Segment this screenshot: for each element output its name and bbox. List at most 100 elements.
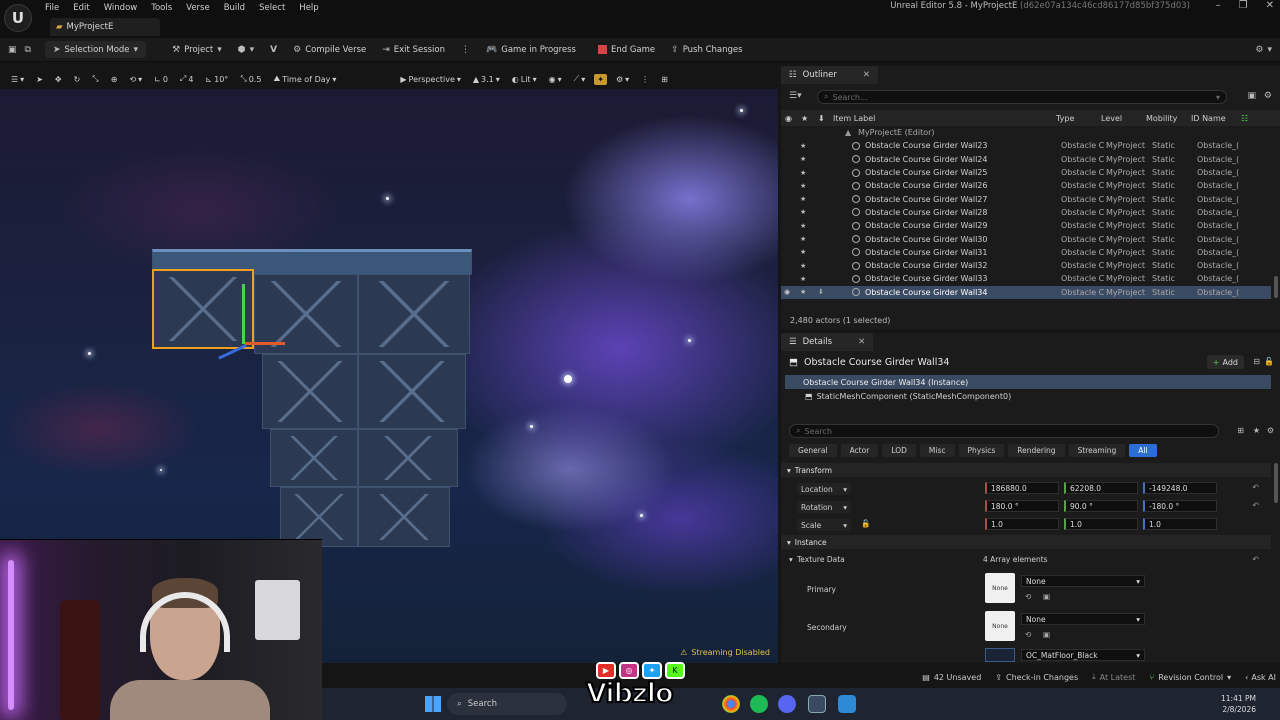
filter-rendering[interactable]: Rendering [1008, 444, 1065, 457]
outliner-row-selected[interactable]: ◉ ★ ⬇ Obstacle Course Girder Wall34 Obstacle… [781, 285, 1271, 299]
check-in-button[interactable]: ⇪ Check-in Changes [995, 673, 1078, 682]
component-instance-row[interactable]: Obstacle Course Girder Wall34 (Instance) [785, 375, 1271, 389]
camera-speed-dropdown[interactable]: ▲ 3.1 ▾ [470, 74, 503, 85]
secondary-texture-thumbnail[interactable]: None [985, 611, 1015, 641]
unreal-logo-icon[interactable]: U [4, 4, 32, 32]
outliner-row[interactable]: ★ Obstacle Course Girder Wall24 Obstacle C… [781, 153, 1271, 166]
add-folder-button[interactable]: ▣ [1247, 91, 1256, 101]
transform-section-header[interactable]: ▾ Transform [781, 463, 1271, 477]
world-space-button[interactable]: ⊕ [108, 74, 121, 85]
filter-dropdown[interactable]: ☰▾ [789, 91, 802, 101]
add-component-button[interactable]: + Add [1206, 355, 1244, 369]
visibility-column-icon[interactable]: ◉ [785, 114, 792, 123]
close-icon[interactable]: ✕ [1266, 0, 1274, 11]
scale-snap-button[interactable]: ⤡ 0.5 [237, 73, 264, 85]
tertiary-texture-dropdown[interactable]: OC_MatFloor_Black ▾ [1021, 649, 1145, 661]
rotate-tool-button[interactable]: ↻ [71, 74, 84, 85]
location-y-field[interactable]: 62208.0 [1064, 482, 1138, 494]
girder-wall[interactable] [280, 487, 358, 547]
favorite-column-icon[interactable]: ★ [801, 114, 808, 123]
menu-edit[interactable]: Edit [66, 2, 96, 16]
favorites-button[interactable]: ★ [1253, 426, 1260, 435]
revision-control-dropdown[interactable]: ⑂ Revision Control ▾ [1149, 673, 1231, 682]
col-id-name[interactable]: ID Name [1191, 114, 1226, 123]
favorite-icon[interactable]: ★ [800, 169, 806, 177]
outliner-root-row[interactable]: ▲ MyProjectE (Editor) [781, 126, 1271, 139]
perspective-dropdown[interactable]: ▶ Perspective ▾ [397, 74, 464, 85]
realtime-dropdown[interactable]: ⟋ ▾ [571, 73, 589, 85]
unreal-app-icon[interactable] [808, 695, 826, 713]
scale-z-field[interactable]: 1.0 [1143, 518, 1217, 530]
girder-wall[interactable] [358, 487, 450, 547]
favorite-icon[interactable]: ★ [800, 235, 806, 243]
reset-arrow-icon[interactable]: ↶ [1252, 501, 1259, 510]
eye-icon[interactable]: ◉ [784, 288, 790, 296]
angle-snap-button[interactable]: ⊾ 10° [202, 74, 231, 85]
tab-details[interactable]: ☰ Details ✕ [781, 333, 874, 351]
windows-start-icon[interactable] [425, 696, 441, 712]
outliner-settings-button[interactable]: ⚙ [1264, 91, 1272, 101]
scale-x-field[interactable]: 1.0 [985, 518, 1059, 530]
gizmo-x-axis[interactable] [245, 342, 285, 345]
blueprint-button[interactable]: ⊟ [1253, 357, 1260, 366]
chevron-down-icon[interactable]: ▾ [789, 555, 793, 564]
restore-icon[interactable]: ❐ [1239, 0, 1248, 11]
col-level[interactable]: Level [1101, 114, 1122, 123]
outliner-row[interactable]: ★ Obstacle Course Girder Wall30 Obstacle C… [781, 232, 1271, 245]
filter-actor[interactable]: Actor [840, 444, 879, 457]
outliner-row[interactable]: ★ Obstacle Course Girder Wall33 Obstacle C… [781, 272, 1271, 285]
discord-app-icon[interactable] [778, 695, 796, 713]
reset-arrow-icon[interactable]: ↶ [1252, 483, 1259, 492]
girder-wall[interactable] [358, 354, 466, 429]
surface-snap-button[interactable]: ⟲ ▾ [126, 74, 145, 85]
menu-file[interactable]: File [38, 2, 66, 16]
project-tab[interactable]: ▰ MyProjectE [50, 18, 160, 36]
favorite-icon[interactable]: ★ [800, 288, 806, 296]
transform-gizmo[interactable] [212, 284, 285, 374]
favorite-icon[interactable]: ★ [800, 155, 806, 163]
girder-wall[interactable] [270, 429, 358, 487]
outliner-row[interactable]: ★ Obstacle Course Girder Wall27 Obstacle C… [781, 192, 1271, 205]
reset-arrow-icon[interactable]: ↶ [1252, 555, 1259, 564]
favorite-icon[interactable]: ★ [800, 195, 806, 203]
push-changes-button[interactable]: ⇪ Push Changes [663, 38, 750, 62]
grid-snap-button[interactable]: ⤢ 4 [177, 73, 197, 85]
lock-icon[interactable]: 🔓 [1264, 357, 1274, 366]
lock-icon[interactable]: 🔓 [861, 519, 870, 528]
project-dropdown[interactable]: ⚒ Project ▾ [164, 38, 230, 62]
pin-column-icon[interactable]: ⬇ [818, 114, 825, 123]
outliner-row[interactable]: ★ Obstacle Course Girder Wall32 Obstacle C… [781, 259, 1271, 272]
taskbar-clock[interactable]: 11:41 PM 2/8/2026 [1221, 693, 1256, 715]
select-tool-button[interactable]: ➤ [33, 74, 46, 85]
translate-tool-button[interactable]: ✥ [52, 74, 65, 85]
filter-general[interactable]: General [789, 444, 837, 457]
minimize-icon[interactable]: – [1216, 0, 1221, 11]
girder-wall[interactable] [358, 274, 470, 354]
rotation-dropdown[interactable]: Rotation ▾ [797, 501, 851, 513]
favorite-icon[interactable]: ★ [800, 248, 806, 256]
use-selected-icon[interactable]: ▣ [1043, 630, 1050, 639]
col-type[interactable]: Type [1056, 114, 1074, 123]
static-mesh-component-row[interactable]: ⬒ StaticMeshComponent (StaticMeshCompone… [805, 392, 1011, 401]
filter-all[interactable]: All [1129, 444, 1157, 457]
more-options-button[interactable]: ⋮ [453, 38, 478, 62]
add-column-icon[interactable]: ☷ [1241, 114, 1248, 123]
favorite-icon[interactable]: ★ [800, 262, 806, 270]
rotation-z-field[interactable]: -180.0 ° [1143, 500, 1217, 512]
viewport-settings-button[interactable]: ⚙ ▾ [613, 74, 632, 85]
browse-icon[interactable]: ⟲ [1025, 630, 1031, 639]
time-of-day-button[interactable]: ⛰ Time of Day ▾ [270, 73, 339, 85]
filter-streaming[interactable]: Streaming [1068, 444, 1126, 457]
favorite-icon[interactable]: ★ [800, 208, 806, 216]
outliner-search-input[interactable]: ⌕ Search... ▾ [817, 90, 1227, 104]
primary-texture-dropdown[interactable]: None ▾ [1021, 575, 1145, 587]
taskbar-search[interactable]: ⌕ Search [447, 693, 567, 715]
col-mobility[interactable]: Mobility [1146, 114, 1177, 123]
secondary-texture-dropdown[interactable]: None ▾ [1021, 613, 1145, 625]
details-search-input[interactable]: ⌕ Search [789, 424, 1219, 438]
favorite-icon[interactable]: ★ [800, 222, 806, 230]
unsaved-button[interactable]: ▤ 42 Unsaved [922, 673, 981, 682]
rotation-y-field[interactable]: 90.0 ° [1064, 500, 1138, 512]
girder-wall[interactable] [358, 429, 458, 487]
viewport-more-button[interactable]: ⋮ [638, 74, 652, 85]
